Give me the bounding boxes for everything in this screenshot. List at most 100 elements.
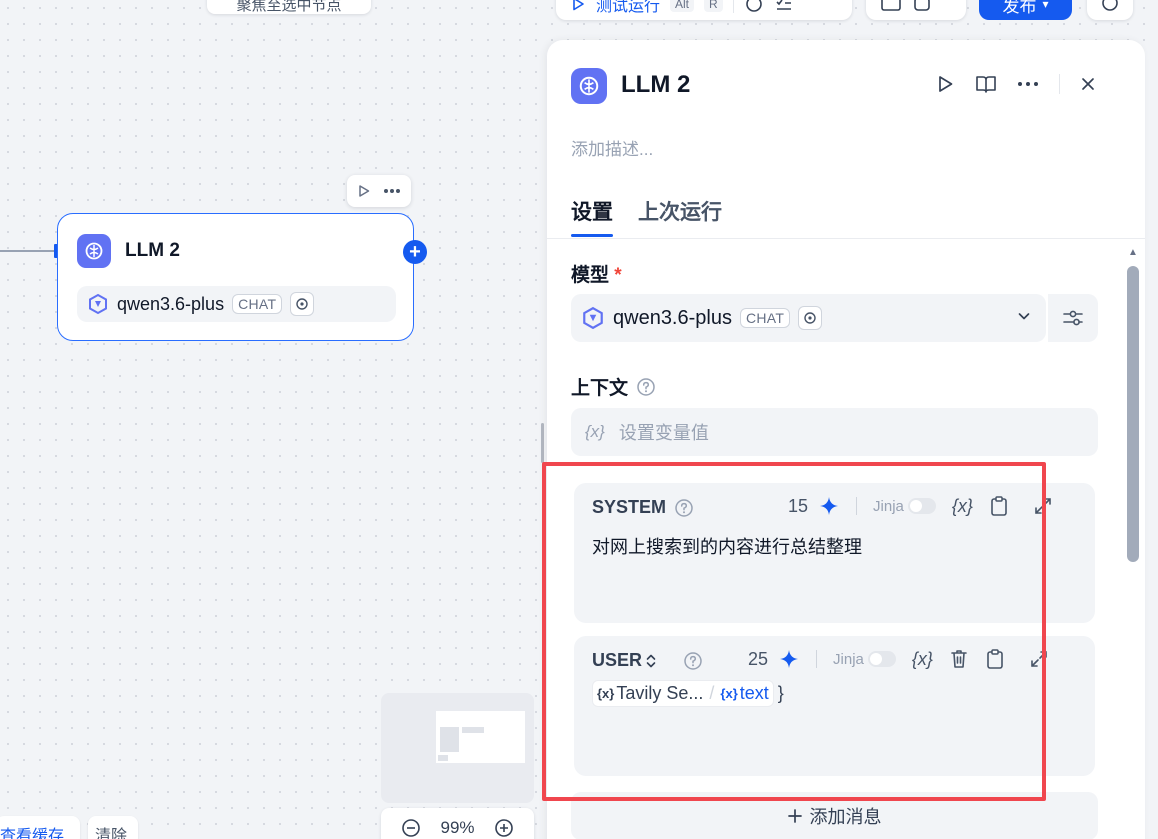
jinja-toggle[interactable]: Jinja [873, 498, 936, 515]
focus-node-hint[interactable]: 聚焦至选中节点 [207, 0, 371, 14]
clipboard-icon[interactable] [985, 648, 1005, 670]
qwen-logo-icon [581, 306, 605, 330]
node-run-icon[interactable] [357, 184, 371, 198]
model-label: 模型 * [571, 260, 622, 287]
toolbar-divider [732, 0, 734, 13]
closing-brace: } [777, 683, 784, 703]
test-run-toolbar[interactable]: 测试运行 Alt R [556, 0, 852, 20]
description-input[interactable]: 添加描述... [571, 135, 653, 160]
user-role-selector[interactable]: USER [592, 650, 703, 671]
tools-divider [816, 650, 818, 668]
user-prompt-block: USER 25 Jinja {x} {x} Tavily Se... / {x}… [574, 636, 1095, 776]
chevron-up-down-icon [645, 653, 657, 669]
system-role-text: SYSTEM [592, 497, 667, 517]
llm-node[interactable]: LLM 2 + qwen3.6-plus CHAT [57, 213, 427, 341]
chevron-down-icon [1016, 308, 1032, 324]
minimap-node-c [438, 755, 448, 761]
version-history-button[interactable] [1087, 0, 1133, 20]
variable-name: text [739, 683, 769, 703]
tab-settings[interactable]: 设置 [571, 196, 613, 226]
play-icon [570, 0, 586, 12]
insert-variable-icon[interactable]: {x} [912, 649, 933, 670]
node-mini-toolbar [347, 175, 411, 207]
variable-icon: {x} [585, 422, 605, 441]
insert-variable-icon[interactable]: {x} [952, 496, 973, 517]
docs-book-icon[interactable] [975, 74, 997, 94]
tab-last-run[interactable]: 上次运行 [638, 196, 722, 226]
jinja-switch[interactable] [907, 498, 936, 514]
system-role-label: SYSTEM [592, 497, 694, 518]
jinja-toggle[interactable]: Jinja [833, 651, 896, 668]
sparkle-icon[interactable] [818, 495, 840, 517]
user-prompt-content[interactable]: {x} Tavily Se... / {x} text } [592, 680, 784, 707]
zoom-out-icon[interactable] [401, 818, 421, 838]
node-settings-panel: LLM 2 添加描述... 设置 上次运行 ▲ 模型 * qwen3.6-plu… [547, 40, 1145, 839]
panel-scrollbar[interactable] [1127, 266, 1139, 562]
zoom-in-icon[interactable] [494, 818, 514, 838]
env-toolbar[interactable] [866, 0, 966, 20]
context-placeholder: 设置变量值 [618, 423, 709, 443]
panel-resize-handle[interactable] [541, 423, 544, 463]
required-mark: * [614, 265, 622, 286]
add-next-node-button[interactable]: + [403, 240, 427, 264]
context-label: 上下文 [571, 373, 656, 400]
qwen-logo-icon [87, 293, 109, 315]
help-icon[interactable] [683, 651, 703, 671]
model-params-button[interactable] [1048, 294, 1098, 342]
user-role-text: USER [592, 650, 643, 670]
scroll-up-arrow[interactable]: ▲ [1128, 247, 1138, 258]
publish-button[interactable]: 发布 ▾ [979, 0, 1072, 20]
panel-title[interactable]: LLM 2 [621, 71, 690, 99]
chevron-down-icon: ▾ [1042, 0, 1049, 11]
minimap-node-b [462, 727, 484, 733]
zoom-controls: 99% [381, 808, 534, 839]
more-options-icon[interactable] [1017, 81, 1039, 87]
help-icon[interactable] [636, 377, 656, 397]
shortcut-alt: Alt [670, 0, 695, 12]
node-title: LLM 2 [125, 240, 180, 261]
jinja-switch[interactable] [867, 651, 896, 667]
run-step-icon[interactable] [935, 74, 955, 94]
history-icon[interactable] [744, 0, 764, 14]
user-tools: 25 Jinja {x} [748, 648, 1049, 670]
add-message-label: 添加消息 [809, 807, 882, 827]
context-label-text: 上下文 [571, 378, 629, 399]
vision-icon [798, 306, 823, 330]
context-variable-input[interactable]: {x} 设置变量值 [571, 408, 1098, 456]
variable-icon: {x} [720, 686, 738, 701]
focus-node-hint-label: 聚焦至选中节点 [236, 0, 342, 14]
view-cache-label: 查看缓存 [0, 828, 65, 839]
clear-cache-button[interactable]: 清除 [88, 816, 138, 839]
system-prompt-text[interactable]: 对网上搜索到的内容进行总结整理 [592, 533, 862, 559]
token-count: 25 [748, 648, 769, 669]
model-label-text: 模型 [571, 265, 610, 286]
clipboard-icon[interactable] [989, 495, 1009, 517]
checklist-icon[interactable] [774, 0, 794, 14]
model-selector[interactable]: qwen3.6-plus CHAT [571, 294, 1046, 342]
jinja-label: Jinja [873, 497, 904, 515]
expand-icon[interactable] [1033, 496, 1053, 516]
variable-reference-chip[interactable]: {x} Tavily Se... / {x} text [592, 680, 774, 707]
variable-node-icon: {x} [597, 686, 615, 701]
env-variables-icon[interactable] [880, 0, 902, 14]
help-icon[interactable] [674, 498, 694, 518]
node-more-icon[interactable] [383, 188, 401, 194]
add-message-button[interactable]: 添加消息 [571, 792, 1098, 839]
actions-divider [1059, 74, 1060, 94]
jinja-label: Jinja [833, 650, 864, 668]
trash-icon[interactable] [949, 648, 969, 670]
vision-icon [290, 292, 315, 316]
view-cache-button[interactable]: 查看缓存 [0, 816, 80, 839]
system-tools: 15 Jinja {x} [788, 495, 1053, 517]
system-prompt-block: SYSTEM 15 Jinja {x} 对网上搜索到的内容进行总结整理 [574, 483, 1095, 623]
sparkle-icon[interactable] [778, 648, 800, 670]
plus-icon [787, 809, 802, 823]
test-run-label: 测试运行 [596, 0, 661, 15]
expand-icon[interactable] [1029, 649, 1049, 669]
node-model-name: qwen3.6-plus [117, 293, 225, 314]
clock-icon [1087, 0, 1133, 12]
zoom-level[interactable]: 99% [440, 818, 474, 838]
shortcut-r: R [704, 0, 723, 12]
close-icon[interactable] [1080, 76, 1096, 92]
features-icon[interactable] [912, 0, 932, 14]
